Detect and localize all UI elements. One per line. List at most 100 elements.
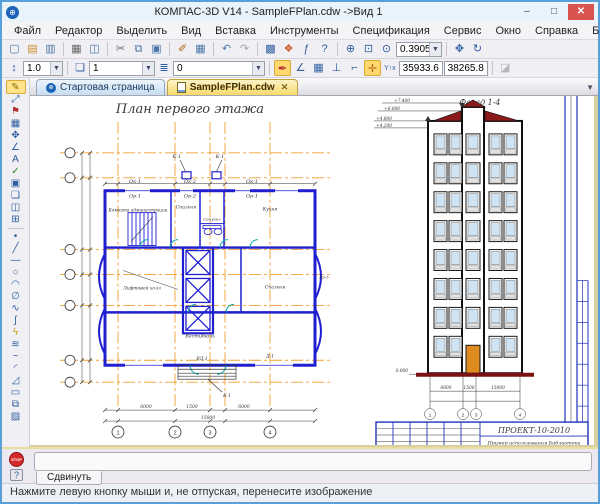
- chamfer-tool-icon[interactable]: ◿: [6, 375, 26, 387]
- selection-tool-icon[interactable]: ✓: [6, 166, 26, 178]
- circle-tool-icon[interactable]: ○: [6, 267, 26, 279]
- redo-icon[interactable]: ↷: [236, 41, 253, 57]
- arc-tool-icon[interactable]: ◠: [6, 279, 26, 291]
- room-label: Санузел: [203, 217, 221, 222]
- dimensions-tool-icon[interactable]: ⤢: [6, 94, 26, 106]
- layer-combo[interactable]: 0 ▼: [173, 61, 265, 76]
- chevron-down-icon[interactable]: ▼: [142, 62, 154, 75]
- dim-label: 6000: [441, 386, 452, 391]
- insert-fragment-tool-icon[interactable]: ◫: [6, 202, 26, 214]
- pan-view-icon[interactable]: ✥: [451, 41, 468, 57]
- fillet-tool-icon[interactable]: ◜: [6, 363, 26, 375]
- collect-contour-tool-icon[interactable]: ⧉: [6, 399, 26, 411]
- variables-icon[interactable]: ▩: [262, 41, 279, 57]
- equidistant-tool-icon[interactable]: ≋: [6, 339, 26, 351]
- zoom-scale-combo[interactable]: 0.3905 ▼: [396, 42, 442, 57]
- title-bar[interactable]: ⊕ КОМПАС-3D V14 - SampleFPlan.cdw ->Вид …: [2, 2, 598, 22]
- ortho-icon[interactable]: ⌐: [346, 60, 363, 76]
- print-preview-icon[interactable]: ◫: [86, 41, 103, 57]
- compact-panel: ✎⤢⚑▦✥∠А✓▣❏◫⊞ •╱―○◠∅∿ʃϟ≋~◜◿▭⧉▨: [2, 78, 30, 447]
- help-cursor-icon[interactable]: ?: [316, 41, 333, 57]
- save-document-icon[interactable]: ▥: [42, 41, 59, 57]
- reports-tool-icon[interactable]: ❏: [6, 190, 26, 202]
- menu-item[interactable]: Библиотеки: [586, 24, 600, 38]
- menu-item[interactable]: Файл: [8, 24, 47, 38]
- minimize-button[interactable]: –: [514, 4, 540, 20]
- current-state-toolbar: ↕ 1.0 ▼ ❏ 1 ▼ ≣ 0 ▼ ✒∠▦⊥⌐✛ Y↑x 35933.6 3…: [2, 59, 598, 78]
- stop-button[interactable]: STOP: [9, 452, 24, 467]
- rectangle-tool-icon[interactable]: ▭: [6, 387, 26, 399]
- separator: [337, 42, 338, 56]
- app-logo-icon: ⊕: [6, 6, 19, 19]
- tab-list-dropdown-icon[interactable]: ▼: [586, 83, 594, 92]
- menu-item[interactable]: Окно: [489, 24, 527, 38]
- menu-item[interactable]: Вставка: [209, 24, 262, 38]
- geometry-tool-icon[interactable]: ✎: [6, 80, 26, 94]
- menu-item[interactable]: Инструменты: [264, 24, 345, 38]
- chevron-down-icon[interactable]: ▼: [252, 62, 264, 75]
- menu-item[interactable]: Вид: [175, 24, 207, 38]
- current-style-icon[interactable]: ✒: [274, 60, 291, 76]
- copy-properties-icon[interactable]: ✐: [174, 41, 191, 57]
- window-title: КОМПАС-3D V14 - SampleFPlan.cdw ->Вид 1: [23, 6, 514, 18]
- menu-item[interactable]: Сервис: [438, 24, 488, 38]
- view-combo[interactable]: 1 ▼: [89, 61, 155, 76]
- maximize-button[interactable]: □: [541, 4, 567, 20]
- help-button[interactable]: ?: [10, 469, 23, 481]
- insert-table-icon[interactable]: ▦: [192, 41, 209, 57]
- refresh-image-icon[interactable]: ↻: [469, 41, 486, 57]
- separator: [107, 42, 108, 56]
- separator: [257, 42, 258, 56]
- zoom-window-icon[interactable]: ⊡: [360, 41, 377, 57]
- angle-icon[interactable]: ∠: [292, 60, 309, 76]
- zoom-all-icon[interactable]: ⊙: [378, 41, 395, 57]
- close-button[interactable]: ✕: [568, 4, 594, 20]
- menu-item[interactable]: Редактор: [49, 24, 108, 38]
- open-document-icon[interactable]: ▤: [24, 41, 41, 57]
- polyline-tool-icon[interactable]: ∿: [6, 303, 26, 315]
- tab-samplefplan[interactable]: SampleFPlan.cdw ✕: [167, 79, 299, 95]
- auxiliary-line-tool-icon[interactable]: ╱: [6, 243, 26, 255]
- snaps-icon[interactable]: ✛: [364, 60, 381, 76]
- cursor-step-combo[interactable]: 1.0 ▼: [23, 61, 63, 76]
- print-icon[interactable]: ▦: [68, 41, 85, 57]
- zoom-in-icon[interactable]: ⊕: [342, 41, 359, 57]
- copy-icon[interactable]: ⧉: [130, 41, 147, 57]
- spline-tool-icon[interactable]: ~: [6, 351, 26, 363]
- property-tab-move[interactable]: Сдвинуть: [36, 471, 102, 485]
- menu-item[interactable]: Выделить: [110, 24, 173, 38]
- chevron-down-icon[interactable]: ▼: [429, 43, 441, 56]
- specification-tool-icon[interactable]: ▣: [6, 178, 26, 190]
- menu-item[interactable]: Справка: [529, 24, 584, 38]
- grid-icon[interactable]: ▦: [310, 60, 327, 76]
- property-panel[interactable]: [34, 452, 592, 471]
- paste-icon[interactable]: ▣: [148, 41, 165, 57]
- cut-icon[interactable]: ✂: [112, 41, 129, 57]
- elevation-mark: +7.400: [394, 99, 410, 104]
- coordinate-x-field[interactable]: 35933.6: [399, 61, 443, 76]
- macro-tool-icon[interactable]: ⊞: [6, 214, 26, 226]
- function-icon[interactable]: ƒ: [298, 41, 315, 57]
- ellipse-tool-icon[interactable]: ∅: [6, 291, 26, 303]
- designations-tool-icon[interactable]: ⚑: [6, 106, 26, 118]
- hatch-tool-icon[interactable]: ▨: [6, 411, 26, 423]
- sheet-frame: [565, 96, 588, 445]
- object-library-icon[interactable]: ❖: [280, 41, 297, 57]
- measurement-tool-icon[interactable]: А: [6, 154, 26, 166]
- local-cs-icon[interactable]: ⊥: [328, 60, 345, 76]
- building-designations-tool-icon[interactable]: ▦: [6, 118, 26, 130]
- parametrization-tool-icon[interactable]: ∠: [6, 142, 26, 154]
- tab-start-page[interactable]: ⊕ Стартовая страница: [36, 79, 165, 95]
- tab-close-icon[interactable]: ✕: [281, 82, 289, 93]
- menu-item[interactable]: Спецификация: [347, 24, 436, 38]
- coordinate-y-field[interactable]: 38265.8: [444, 61, 488, 76]
- new-document-icon[interactable]: ▢: [6, 41, 23, 57]
- bezier-tool-icon[interactable]: ʃ: [6, 315, 26, 327]
- point-tool-icon[interactable]: •: [6, 231, 26, 243]
- chevron-down-icon[interactable]: ▼: [50, 62, 62, 75]
- drawing-canvas[interactable]: План первого этажа: [30, 96, 598, 447]
- undo-icon[interactable]: ↶: [218, 41, 235, 57]
- editing-tool-icon[interactable]: ✥: [6, 130, 26, 142]
- lightning-input-tool-icon[interactable]: ϟ: [6, 327, 26, 339]
- segment-tool-icon[interactable]: ―: [6, 255, 26, 267]
